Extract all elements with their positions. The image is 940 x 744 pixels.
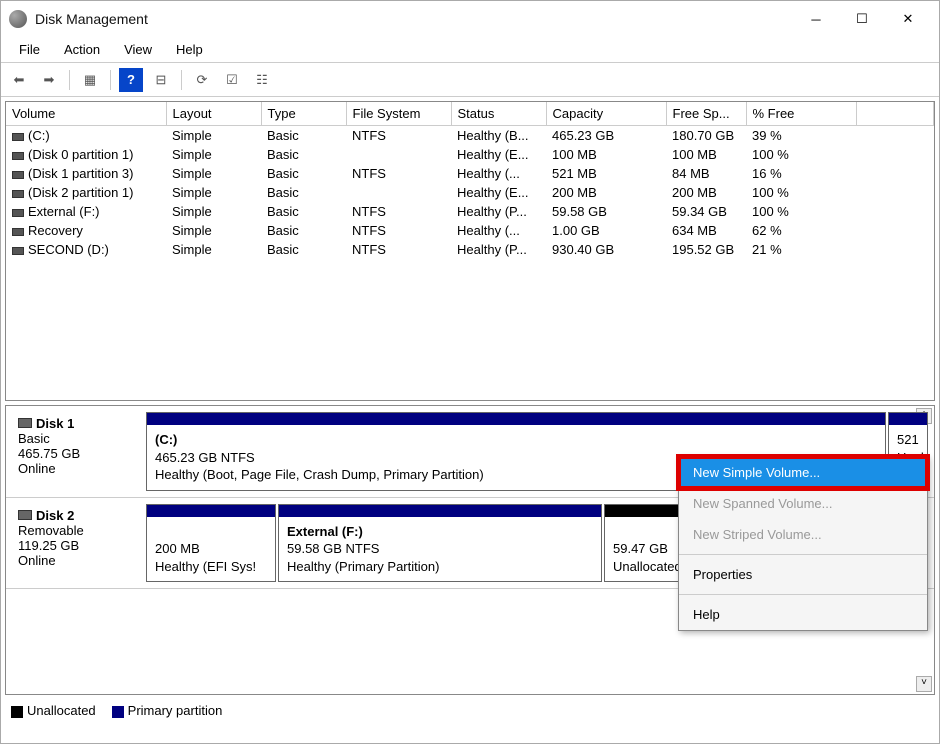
col-layout[interactable]: Layout xyxy=(166,102,261,126)
table-row[interactable]: RecoverySimpleBasicNTFSHealthy (...1.00 … xyxy=(6,221,934,240)
disk-icon xyxy=(18,510,32,520)
disk-1-type: Basic xyxy=(18,431,136,446)
efi-status: Healthy (EFI Sys! xyxy=(155,559,256,574)
col-status[interactable]: Status xyxy=(451,102,546,126)
volume-icon xyxy=(12,133,24,141)
maximize-button[interactable]: ☐ xyxy=(839,4,885,34)
ctx-new-striped-volume: New Striped Volume... xyxy=(679,519,927,550)
disk-2-size: 119.25 GB xyxy=(18,538,136,553)
col-pct-free[interactable]: % Free xyxy=(746,102,856,126)
volume-icon xyxy=(12,152,24,160)
refresh-icon[interactable]: ⟳ xyxy=(190,68,214,92)
unalloc-size: 59.47 GB xyxy=(613,541,668,556)
partition-external-f[interactable]: External (F:) 59.58 GB NTFS Healthy (Pri… xyxy=(278,504,602,583)
forward-button[interactable]: ➡ xyxy=(37,68,61,92)
title-bar: Disk Management ─ ☐ ✕ xyxy=(1,1,939,37)
partition-c-status: Healthy (Boot, Page File, Crash Dump, Pr… xyxy=(155,467,484,482)
volume-icon xyxy=(12,228,24,236)
disk-1-status: Online xyxy=(18,461,136,476)
disk-1-size: 465.75 GB xyxy=(18,446,136,461)
volume-icon xyxy=(12,247,24,255)
table-row[interactable]: (C:)SimpleBasicNTFSHealthy (B...465.23 G… xyxy=(6,126,934,146)
ext-f-size: 59.58 GB NTFS xyxy=(287,541,379,556)
legend-swatch-unallocated xyxy=(11,706,23,718)
legend-primary: Primary partition xyxy=(128,703,223,718)
partition-c-size: 465.23 GB NTFS xyxy=(155,450,255,465)
minimize-button[interactable]: ─ xyxy=(793,4,839,34)
ctx-new-spanned-volume: New Spanned Volume... xyxy=(679,488,927,519)
list-icon[interactable]: ☷ xyxy=(250,68,274,92)
table-row[interactable]: SECOND (D:)SimpleBasicNTFSHealthy (P...9… xyxy=(6,240,934,259)
efi-size: 200 MB xyxy=(155,541,200,556)
settings-icon[interactable]: ⊟ xyxy=(149,68,173,92)
table-row[interactable]: (Disk 2 partition 1)SimpleBasicHealthy (… xyxy=(6,183,934,202)
small-part-line1: 521 xyxy=(897,432,919,447)
disk-2-status: Online xyxy=(18,553,136,568)
col-free-space[interactable]: Free Sp... xyxy=(666,102,746,126)
show-hide-console-tree-button[interactable]: ▦ xyxy=(78,68,102,92)
disk-1-title: Disk 1 xyxy=(36,416,74,431)
menu-action[interactable]: Action xyxy=(52,38,112,61)
ctx-help[interactable]: Help xyxy=(679,599,927,630)
window-title: Disk Management xyxy=(35,11,793,27)
help-icon[interactable]: ? xyxy=(119,68,143,92)
col-type[interactable]: Type xyxy=(261,102,346,126)
table-row[interactable]: (Disk 0 partition 1)SimpleBasicHealthy (… xyxy=(6,145,934,164)
partition-efi[interactable]: 200 MB Healthy (EFI Sys! xyxy=(146,504,276,583)
disk-info-2: Disk 2 Removable 119.25 GB Online xyxy=(12,504,142,583)
menu-help[interactable]: Help xyxy=(164,38,215,61)
menu-bar: File Action View Help xyxy=(1,37,939,63)
properties-icon[interactable]: ☑ xyxy=(220,68,244,92)
disk-2-title: Disk 2 xyxy=(36,508,74,523)
volume-list: Volume Layout Type File System Status Ca… xyxy=(5,101,935,401)
disk-icon xyxy=(18,418,32,428)
col-volume[interactable]: Volume xyxy=(6,102,166,126)
menu-file[interactable]: File xyxy=(7,38,52,61)
ctx-properties[interactable]: Properties xyxy=(679,559,927,590)
table-row[interactable]: External (F:)SimpleBasicNTFSHealthy (P..… xyxy=(6,202,934,221)
back-button[interactable]: ⬅ xyxy=(7,68,31,92)
col-file-system[interactable]: File System xyxy=(346,102,451,126)
context-menu: New Simple Volume... New Spanned Volume.… xyxy=(678,456,928,631)
disk-2-type: Removable xyxy=(18,523,136,538)
legend-swatch-primary xyxy=(112,706,124,718)
ctx-separator xyxy=(679,554,927,555)
close-button[interactable]: ✕ xyxy=(885,4,931,34)
disk-info-1: Disk 1 Basic 465.75 GB Online xyxy=(12,412,142,491)
scroll-down-button[interactable]: ˅ xyxy=(916,676,932,692)
volume-icon xyxy=(12,171,24,179)
ctx-new-simple-volume[interactable]: New Simple Volume... xyxy=(679,457,927,488)
volume-icon xyxy=(12,190,24,198)
column-header-row: Volume Layout Type File System Status Ca… xyxy=(6,102,934,126)
ext-f-status: Healthy (Primary Partition) xyxy=(287,559,439,574)
ext-f-label: External (F:) xyxy=(287,524,363,539)
app-icon xyxy=(9,10,27,28)
unalloc-status: Unallocated xyxy=(613,559,682,574)
partition-c-label: (C:) xyxy=(155,432,177,447)
toolbar: ⬅ ➡ ▦ ? ⊟ ⟳ ☑ ☷ xyxy=(1,63,939,97)
table-row[interactable]: (Disk 1 partition 3)SimpleBasicNTFSHealt… xyxy=(6,164,934,183)
col-capacity[interactable]: Capacity xyxy=(546,102,666,126)
menu-view[interactable]: View xyxy=(112,38,164,61)
disk-graphical-view: ˄ Disk 1 Basic 465.75 GB Online (C:) 465… xyxy=(5,405,935,695)
legend: Unallocated Primary partition xyxy=(1,699,939,722)
legend-unallocated: Unallocated xyxy=(27,703,96,718)
ctx-separator xyxy=(679,594,927,595)
volume-icon xyxy=(12,209,24,217)
